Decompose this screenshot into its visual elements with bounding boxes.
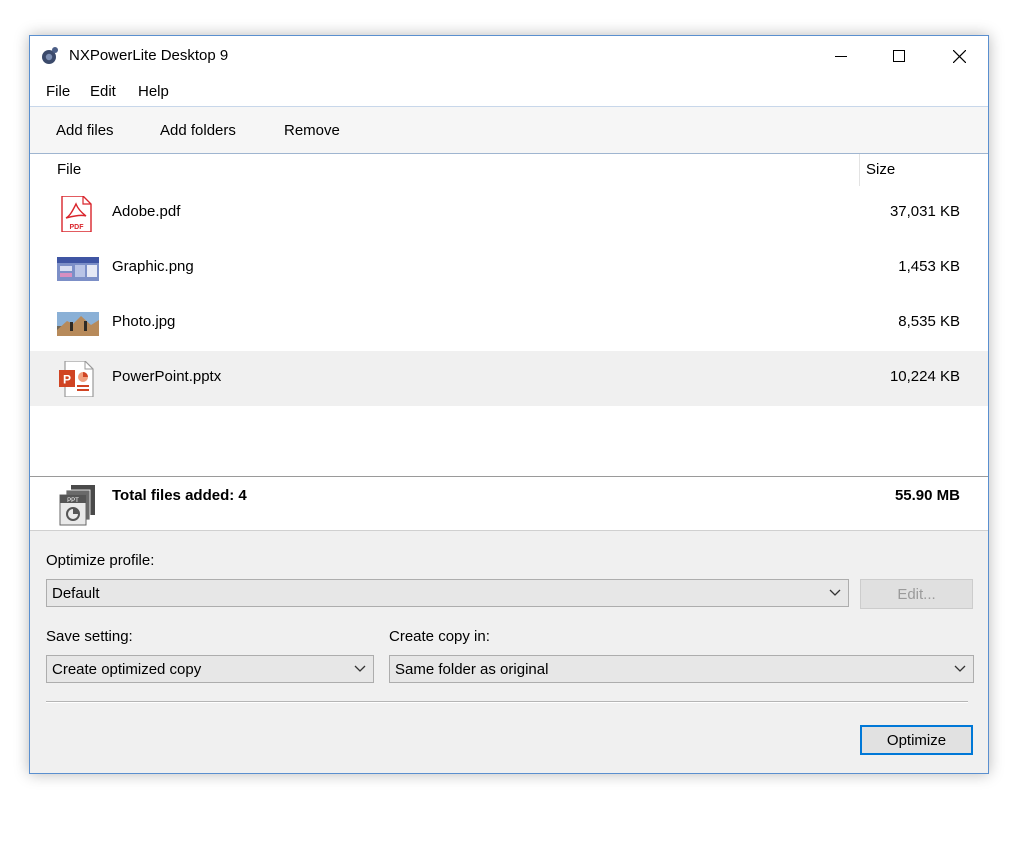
pptx-file-icon: P bbox=[59, 361, 94, 397]
optimize-profile-label: Optimize profile: bbox=[46, 552, 155, 569]
divider bbox=[46, 701, 968, 703]
file-name: Graphic.png bbox=[112, 258, 194, 275]
total-summary: PPT Total files added: 4 55.90 MB bbox=[30, 477, 988, 531]
save-setting-label: Save setting: bbox=[46, 628, 133, 645]
close-icon bbox=[952, 49, 966, 63]
file-name: PowerPoint.pptx bbox=[112, 368, 222, 385]
chevron-down-icon bbox=[829, 589, 841, 596]
remove-button[interactable]: Remove bbox=[284, 122, 340, 139]
file-name: Photo.jpg bbox=[112, 313, 176, 330]
pdf-file-icon: PDF bbox=[61, 196, 92, 232]
edit-profile-button-label: Edit... bbox=[897, 585, 936, 603]
menu-help[interactable]: Help bbox=[138, 83, 169, 100]
optimize-profile-select[interactable]: Default bbox=[46, 579, 849, 607]
svg-text:PPT: PPT bbox=[67, 498, 79, 504]
app-window: NXPowerLite Desktop 9 File Edit Help Add… bbox=[29, 35, 989, 774]
file-row[interactable]: Photo.jpg 8,535 KB bbox=[30, 296, 988, 351]
minimize-button[interactable] bbox=[812, 36, 870, 76]
title-bar[interactable]: NXPowerLite Desktop 9 bbox=[30, 36, 988, 76]
close-button[interactable] bbox=[930, 36, 988, 76]
file-size: 1,453 KB bbox=[898, 258, 960, 275]
file-row-selected[interactable]: P PowerPoint.pptx 10,224 KB bbox=[30, 351, 988, 406]
file-size: 10,224 KB bbox=[889, 368, 960, 385]
create-copy-value: Same folder as original bbox=[395, 661, 549, 678]
file-row[interactable]: Graphic.png 1,453 KB bbox=[30, 241, 988, 296]
file-size: 37,031 KB bbox=[889, 203, 960, 220]
optimize-button-label: Optimize bbox=[886, 731, 947, 749]
optimize-profile-value: Default bbox=[52, 585, 100, 602]
save-setting-select[interactable]: Create optimized copy bbox=[46, 655, 374, 683]
menu-bar: File Edit Help bbox=[30, 76, 988, 107]
menu-edit[interactable]: Edit bbox=[90, 83, 116, 100]
column-header-file-label: File bbox=[57, 161, 82, 178]
svg-text:PDF: PDF bbox=[70, 224, 85, 231]
total-size: 55.90 MB bbox=[894, 487, 960, 504]
column-header-file[interactable]: File bbox=[30, 154, 858, 186]
maximize-button[interactable] bbox=[870, 36, 928, 76]
chevron-down-icon bbox=[954, 665, 966, 672]
png-thumbnail-icon bbox=[57, 257, 99, 281]
maximize-icon bbox=[893, 50, 905, 62]
nxpowerlite-app-icon bbox=[42, 47, 58, 64]
file-name: Adobe.pdf bbox=[112, 203, 181, 220]
menu-file[interactable]: File bbox=[46, 83, 70, 100]
toolbar: Add files Add folders Remove bbox=[30, 107, 988, 154]
options-panel: Optimize profile: Default Edit... Save s… bbox=[30, 531, 988, 773]
add-files-button[interactable]: Add files bbox=[56, 122, 114, 139]
total-files-label: Total files added: 4 bbox=[112, 487, 247, 504]
add-folders-button[interactable]: Add folders bbox=[160, 122, 236, 139]
create-copy-label: Create copy in: bbox=[389, 628, 490, 645]
file-size: 8,535 KB bbox=[898, 313, 960, 330]
column-header-size-label: Size bbox=[866, 161, 896, 178]
minimize-icon bbox=[835, 56, 847, 57]
chevron-down-icon bbox=[354, 665, 366, 672]
file-row[interactable]: PDF Adobe.pdf 37,031 KB bbox=[30, 186, 988, 241]
optimize-button[interactable]: Optimize bbox=[860, 725, 973, 755]
window-title: NXPowerLite Desktop 9 bbox=[69, 47, 229, 64]
column-header-size[interactable]: Size bbox=[859, 154, 988, 186]
jpg-thumbnail-icon bbox=[57, 312, 99, 336]
file-stack-icon: PPT bbox=[59, 485, 95, 526]
save-setting-value: Create optimized copy bbox=[52, 661, 202, 678]
edit-profile-button[interactable]: Edit... bbox=[860, 579, 973, 609]
svg-text:P: P bbox=[63, 373, 71, 387]
create-copy-select[interactable]: Same folder as original bbox=[389, 655, 974, 683]
file-list[interactable]: File Size PDF Adobe.pdf 37,031 KB Graphi… bbox=[30, 154, 988, 477]
